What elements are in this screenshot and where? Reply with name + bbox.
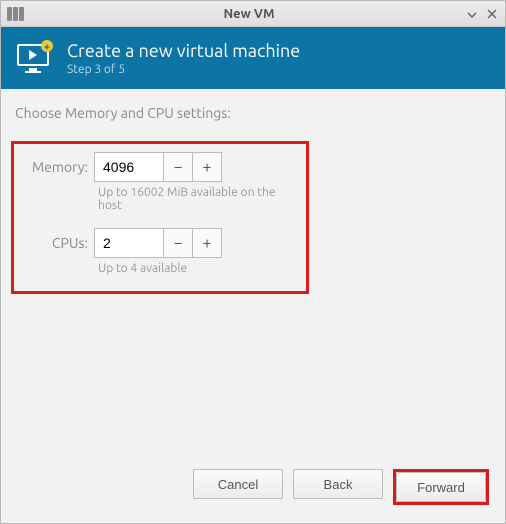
forward-highlight: Forward <box>393 469 489 505</box>
memory-increment[interactable]: + <box>192 152 222 182</box>
memory-row: Memory: − + <box>14 152 296 182</box>
forward-button[interactable]: Forward <box>396 472 486 502</box>
window-controls <box>465 7 499 21</box>
vm-wizard-window: New VM + Create a new virtual machine St… <box>0 0 506 524</box>
section-label: Choose Memory and CPU settings: <box>15 105 491 121</box>
banner-subtitle: Step 3 of 5 <box>67 63 300 76</box>
titlebar: New VM <box>1 1 505 27</box>
cpus-increment[interactable]: + <box>192 228 222 258</box>
memory-hint: Up to 16002 MiB available on the host <box>98 186 296 212</box>
settings-highlight: Memory: − + Up to 16002 MiB available on… <box>11 141 309 294</box>
app-icon <box>7 7 25 21</box>
svg-text:+: + <box>44 41 50 52</box>
banner-title: Create a new virtual machine <box>67 41 300 61</box>
cpus-spinner: − + <box>94 228 222 258</box>
wizard-footer: Cancel Back Forward <box>1 451 505 523</box>
wizard-banner: + Create a new virtual machine Step 3 of… <box>1 27 505 89</box>
cpus-decrement[interactable]: − <box>163 228 193 258</box>
memory-label: Memory: <box>14 159 94 175</box>
cpus-hint: Up to 4 available <box>98 262 296 275</box>
wizard-content: Choose Memory and CPU settings: Memory: … <box>1 89 505 451</box>
close-icon[interactable] <box>485 7 499 21</box>
monitor-icon: + <box>15 38 55 78</box>
cpus-input[interactable] <box>94 228 164 258</box>
back-button[interactable]: Back <box>293 469 383 499</box>
cpus-row: CPUs: − + <box>14 228 296 258</box>
memory-input[interactable] <box>94 152 164 182</box>
window-title: New VM <box>33 7 465 21</box>
memory-decrement[interactable]: − <box>163 152 193 182</box>
cancel-button[interactable]: Cancel <box>193 469 283 499</box>
banner-texts: Create a new virtual machine Step 3 of 5 <box>67 41 300 76</box>
cpus-label: CPUs: <box>14 235 94 251</box>
minimize-icon[interactable] <box>465 7 479 21</box>
memory-spinner: − + <box>94 152 222 182</box>
